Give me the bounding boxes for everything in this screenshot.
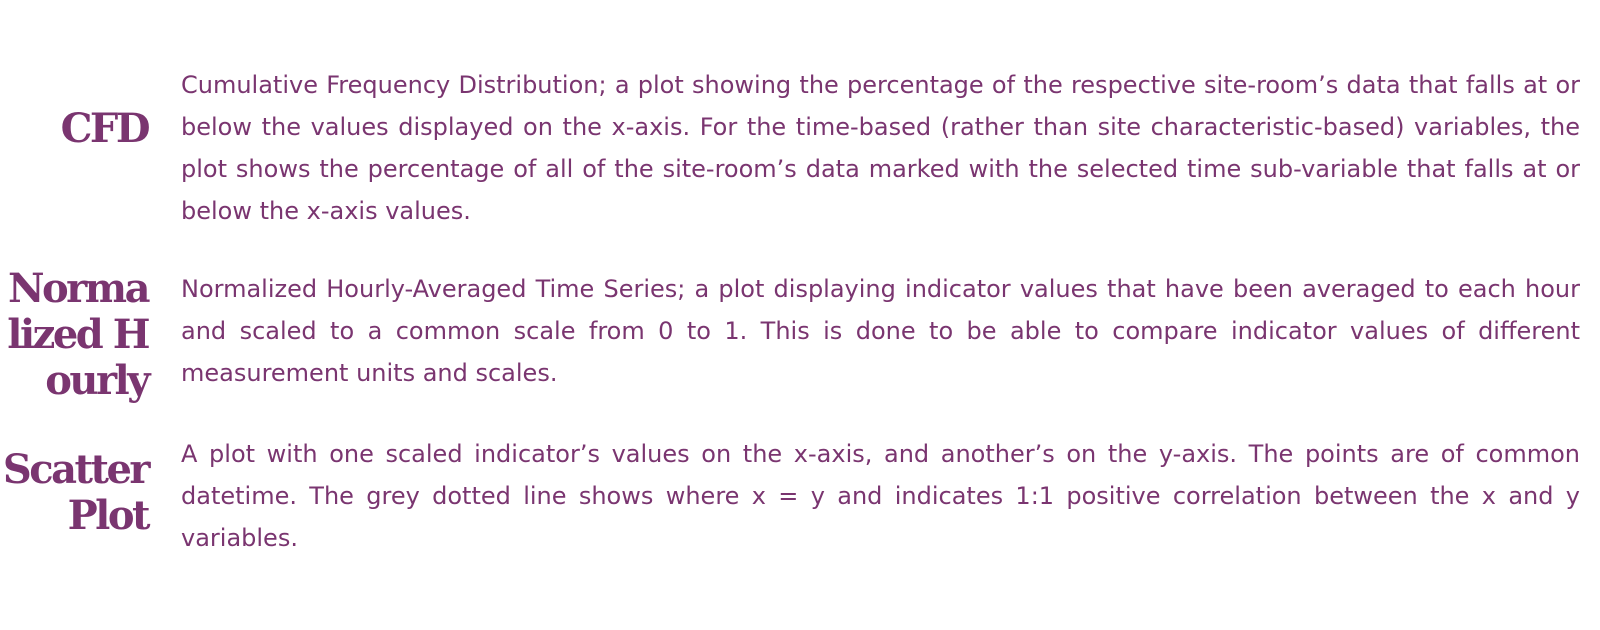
glossary-description: A plot with one scaled indicator’s value… [181, 440, 1580, 552]
glossary-term: CFD [60, 105, 151, 152]
glossary-description: Normalized Hourly-Averaged Time Series; … [181, 275, 1580, 387]
glossary-description: Cumulative Frequency Distribution; a plo… [181, 71, 1580, 225]
glossary-term: Scatter Plot [2, 446, 151, 539]
glossary-term: Normalized Hourly [7, 265, 150, 404]
